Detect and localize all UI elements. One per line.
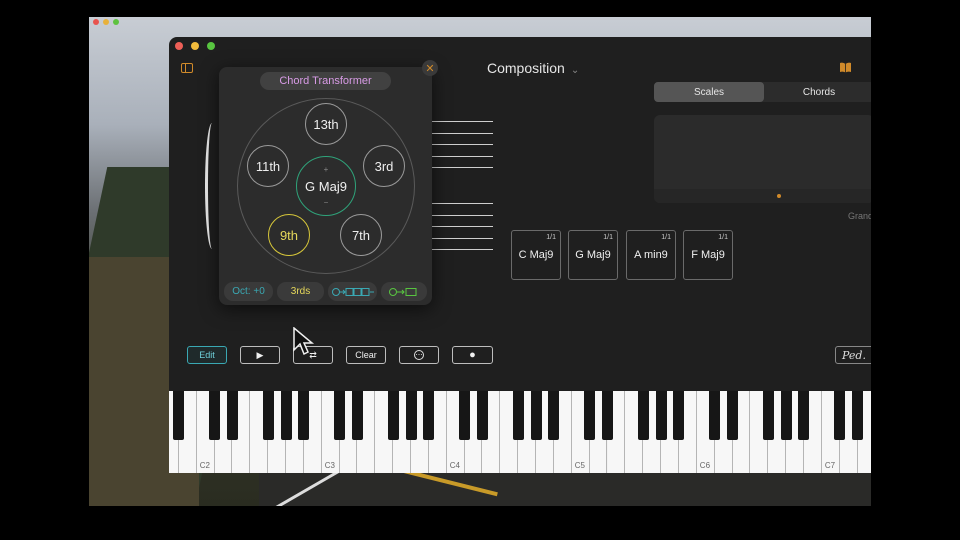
chord-card[interactable]: 1/1 G Maj9 [568,230,618,280]
black-key[interactable] [226,391,238,440]
octave-label: C4 [449,461,460,470]
spread-voicing-icon [331,287,374,296]
collapse-voicing-icon [389,287,417,296]
black-key[interactable] [298,391,310,440]
black-key[interactable] [780,391,792,440]
black-key[interactable] [834,391,846,440]
grand-label: Grand [848,211,871,221]
clear-button[interactable]: Clear [346,346,386,364]
minimize-window-button[interactable] [191,42,199,50]
scales-chords-segmented-control: Scales Chords [654,82,871,102]
chord-name: F Maj9 [691,249,725,261]
treble-staff [431,121,493,179]
close-icon: ✕ [425,62,435,75]
black-key[interactable] [262,391,274,440]
chord-duration: 1/1 [718,234,728,241]
extension-7th-button[interactable]: 7th [340,214,382,256]
black-key[interactable] [548,391,560,440]
black-key[interactable] [351,391,363,440]
octave-label: C6 [699,461,711,470]
chord-down-control[interactable]: − [297,198,355,207]
spread-chip[interactable] [328,282,377,301]
scale-preview-panel [654,115,871,203]
record-button[interactable]: ● [452,346,493,364]
ellipsis-circle-icon: ⋯ [414,350,424,360]
black-key[interactable] [655,391,667,440]
edit-button[interactable]: Edit [187,346,227,364]
extension-13th-button[interactable]: 13th [305,103,347,145]
octave-label: C3 [324,461,335,470]
chord-up-control[interactable]: + [297,165,355,174]
black-key[interactable] [476,391,488,440]
play-button[interactable]: ▶ [240,346,280,364]
outer-window-controls [93,19,119,25]
staff-brace [205,123,219,249]
black-key[interactable] [423,391,435,440]
tab-scales[interactable]: Scales [654,82,764,102]
black-key[interactable] [602,391,613,440]
outer-zoom-dot[interactable] [113,19,119,25]
black-key[interactable] [673,391,685,440]
black-key[interactable] [387,391,399,440]
interval-chip[interactable]: 3rds [277,282,324,301]
chord-duration: 1/1 [603,234,613,241]
black-key[interactable] [334,391,346,440]
black-key[interactable] [512,391,524,440]
play-icon: ▶ [256,349,264,360]
chord-card[interactable]: 1/1 F Maj9 [683,230,733,280]
close-popup-button[interactable]: ✕ [422,60,438,76]
sidebar-toggle-icon[interactable] [181,63,193,73]
popup-title: Chord Transformer [260,72,391,90]
chord-name: G Maj9 [575,249,611,261]
more-button[interactable]: ⋯ [399,346,439,364]
window-controls [175,42,215,50]
current-chord-button[interactable]: + G Maj9 − [296,156,356,216]
collapse-chip[interactable] [381,282,427,301]
close-window-button[interactable] [175,42,183,50]
zoom-window-button[interactable] [207,42,215,50]
piano-keyboard[interactable]: C2 C3 C4 C5 C6 C7 [169,391,871,473]
composition-menu[interactable]: Composition ⌄ [487,60,579,76]
outer-minimize-dot[interactable] [103,19,109,25]
black-key[interactable] [459,391,471,440]
chord-name: C Maj9 [518,249,554,261]
mouse-cursor-icon [293,327,315,356]
octave-label: C7 [824,461,836,470]
extension-9th-button[interactable]: 9th [268,214,310,256]
outer-close-dot[interactable] [93,19,99,25]
black-key[interactable] [798,391,810,440]
octave-label: C2 [199,461,210,470]
chord-duration: 1/1 [661,234,671,241]
black-key[interactable] [852,391,864,440]
page-indicator-strip [654,189,871,203]
chord-card[interactable]: 1/1 C Maj9 [511,230,561,280]
chord-duration: 1/1 [546,234,556,241]
black-key[interactable] [173,391,185,440]
page-indicator-dot[interactable] [777,194,781,198]
bass-staff [431,203,493,261]
black-key[interactable] [727,391,739,440]
black-key[interactable] [637,391,649,440]
chord-transformer-popup: Chord Transformer 13th 11th 3rd 9th 7th … [219,67,432,305]
record-icon: ● [469,349,476,361]
chord-name: A min9 [634,249,668,261]
black-key[interactable] [530,391,542,440]
black-key[interactable] [584,391,596,440]
black-key[interactable] [709,391,721,440]
octave-label: C5 [574,461,585,470]
extension-11th-button[interactable]: 11th [247,145,289,187]
page-title: Composition [487,60,565,76]
black-key[interactable] [405,391,417,440]
extension-3rd-button[interactable]: 3rd [363,145,405,187]
chevron-down-icon: ⌄ [570,65,580,76]
black-key[interactable] [762,391,774,440]
sustain-pedal-button[interactable]: Ped. [835,346,871,364]
black-key[interactable] [280,391,292,440]
book-icon[interactable] [839,62,852,76]
chord-card[interactable]: 1/1 A min9 [626,230,676,280]
tab-chords[interactable]: Chords [764,82,871,102]
black-key[interactable] [209,391,221,440]
current-chord-name: G Maj9 [305,178,347,194]
octave-chip[interactable]: Oct: +0 [224,282,273,301]
